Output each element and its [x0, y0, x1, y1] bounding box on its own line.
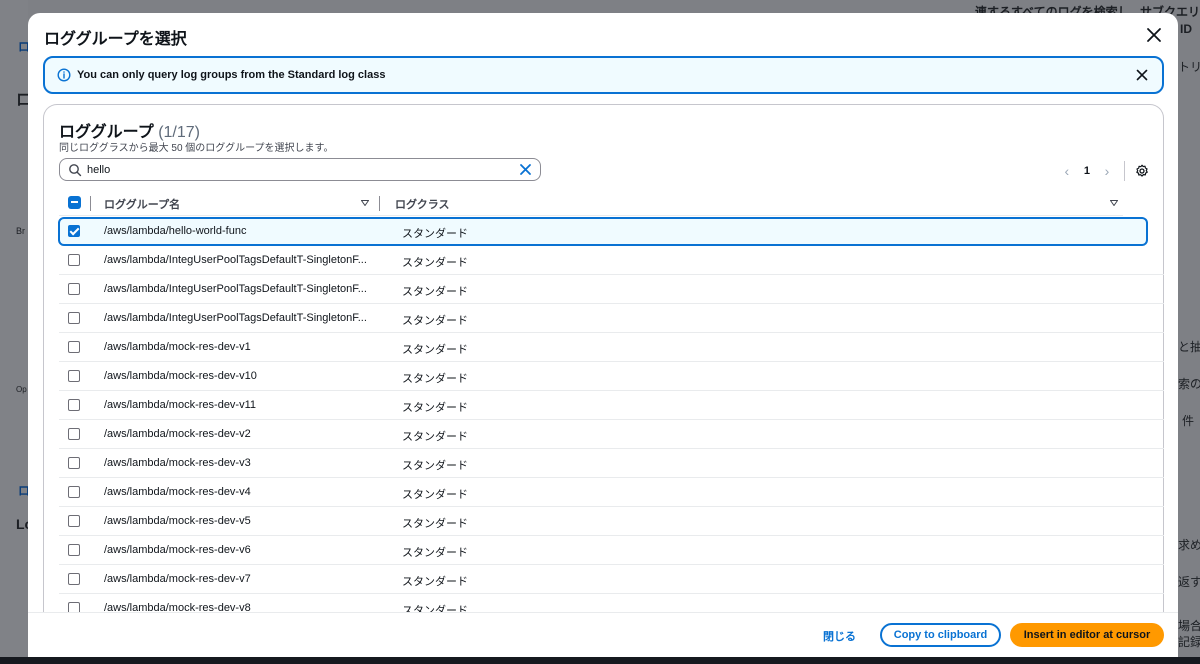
background-fragment: 場合: [1178, 619, 1200, 633]
pager-divider: [1124, 161, 1125, 181]
column-divider: [379, 196, 380, 211]
table-body: /aws/lambda/hello-world-func スタンダード/aws/l…: [58, 217, 1164, 623]
log-group-name: /aws/lambda/mock-res-dev-v1: [104, 341, 251, 353]
modal-header: ロググループを選択: [28, 13, 1178, 57]
log-class: スタンダード: [402, 576, 468, 588]
background-fragment: 索の: [1178, 377, 1200, 391]
log-class: スタンダード: [402, 286, 468, 298]
background-fragment: 記録: [1178, 635, 1200, 649]
log-class: スタンダード: [402, 547, 468, 559]
log-class: スタンダード: [402, 489, 468, 501]
search-input[interactable]: [87, 160, 507, 179]
row-checkbox[interactable]: [68, 254, 80, 266]
row-checkbox[interactable]: [68, 399, 80, 411]
table-row[interactable]: /aws/lambda/mock-res-dev-v5 スタンダード: [59, 507, 1164, 536]
row-checkbox[interactable]: [68, 573, 80, 585]
table-row[interactable]: /aws/lambda/IntegUserPoolTagsDefaultT-Si…: [59, 246, 1164, 275]
clear-search-icon[interactable]: [519, 163, 532, 176]
insert-in-editor-button[interactable]: Insert in editor at cursor: [1010, 623, 1164, 647]
row-checkbox[interactable]: [68, 544, 80, 556]
gear-icon[interactable]: [1135, 164, 1149, 178]
background-fragment: Op: [16, 385, 27, 394]
sort-icon[interactable]: [1110, 200, 1118, 206]
background-fragment: トリ: [1178, 60, 1200, 74]
log-class: スタンダード: [402, 344, 468, 356]
table-row[interactable]: /aws/lambda/mock-res-dev-v1 スタンダード: [59, 333, 1164, 362]
row-checkbox[interactable]: [68, 515, 80, 527]
column-header-log-group-name[interactable]: ロググループ名: [104, 196, 180, 212]
modal-title: ロググループを選択: [44, 31, 187, 48]
log-class: スタンダード: [402, 315, 468, 327]
row-checkbox[interactable]: [68, 225, 80, 237]
table-header: ロググループ名 ログクラス: [59, 190, 1123, 216]
background-fragment: 返す: [1178, 575, 1200, 589]
log-group-name: /aws/lambda/mock-res-dev-v7: [104, 573, 251, 585]
log-class: スタンダード: [402, 431, 468, 443]
search-box: [59, 158, 541, 181]
bottom-bar: [0, 657, 1200, 664]
table-row[interactable]: /aws/lambda/mock-res-dev-v6 スタンダード: [59, 536, 1164, 565]
log-class: スタンダード: [402, 402, 468, 414]
log-groups-panel: ロググループ (1/17) 同じロググラスから最大 50 個のロググループを選択…: [43, 104, 1164, 657]
current-page[interactable]: 1: [1084, 165, 1090, 177]
log-class: スタンダード: [402, 518, 468, 530]
background-fragment: 件: [1182, 414, 1195, 428]
background-fragment: 求め: [1178, 538, 1200, 552]
info-icon: [57, 68, 71, 82]
copy-to-clipboard-button[interactable]: Copy to clipboard: [880, 623, 1001, 647]
background-fragment: と抽: [1178, 340, 1200, 354]
log-class: スタンダード: [402, 228, 468, 240]
row-checkbox[interactable]: [68, 283, 80, 295]
next-page-icon[interactable]: ›: [1100, 164, 1114, 178]
table-row[interactable]: /aws/lambda/hello-world-func スタンダード: [58, 217, 1148, 246]
row-checkbox[interactable]: [68, 312, 80, 324]
table-row[interactable]: /aws/lambda/IntegUserPoolTagsDefaultT-Si…: [59, 275, 1164, 304]
log-group-name: /aws/lambda/mock-res-dev-v3: [104, 457, 251, 469]
table-row[interactable]: /aws/lambda/mock-res-dev-v3 スタンダード: [59, 449, 1164, 478]
log-group-name: /aws/lambda/IntegUserPoolTagsDefaultT-Si…: [104, 283, 367, 295]
column-divider: [90, 196, 91, 211]
table-row[interactable]: /aws/lambda/mock-res-dev-v2 スタンダード: [59, 420, 1164, 449]
close-button[interactable]: 閉じる: [823, 628, 856, 644]
log-group-name: /aws/lambda/mock-res-dev-v10: [104, 370, 257, 382]
log-group-name: /aws/lambda/hello-world-func: [104, 225, 247, 237]
row-checkbox[interactable]: [68, 341, 80, 353]
log-group-name: /aws/lambda/mock-res-dev-v5: [104, 515, 251, 527]
log-group-name: /aws/lambda/mock-res-dev-v4: [104, 486, 251, 498]
background-fragment: ID: [1180, 22, 1192, 36]
table-row[interactable]: /aws/lambda/mock-res-dev-v4 スタンダード: [59, 478, 1164, 507]
dismiss-alert-icon[interactable]: [1134, 67, 1150, 83]
previous-page-icon[interactable]: ‹: [1060, 164, 1074, 178]
table-row[interactable]: /aws/lambda/mock-res-dev-v7 スタンダード: [59, 565, 1164, 594]
log-group-name: /aws/lambda/mock-res-dev-v11: [104, 399, 257, 411]
row-checkbox[interactable]: [68, 457, 80, 469]
column-header-log-class[interactable]: ログクラス: [395, 196, 450, 212]
sort-icon[interactable]: [361, 200, 369, 206]
search-icon: [69, 164, 82, 177]
select-log-groups-modal: ロググループを選択 You can only query log groups …: [28, 13, 1178, 657]
row-checkbox[interactable]: [68, 486, 80, 498]
table-row[interactable]: /aws/lambda/IntegUserPoolTagsDefaultT-Si…: [59, 304, 1164, 333]
alert-text: You can only query log groups from the S…: [77, 69, 386, 81]
log-class: スタンダード: [402, 257, 468, 269]
modal-footer: 閉じる Copy to clipboard Insert in editor a…: [28, 612, 1178, 657]
log-class: スタンダード: [402, 373, 468, 385]
log-class: スタンダード: [402, 460, 468, 472]
row-checkbox[interactable]: [68, 370, 80, 382]
log-group-name: /aws/lambda/mock-res-dev-v6: [104, 544, 251, 556]
log-group-name: /aws/lambda/mock-res-dev-v2: [104, 428, 251, 440]
table-row[interactable]: /aws/lambda/mock-res-dev-v10 スタンダード: [59, 362, 1164, 391]
panel-description: 同じロググラスから最大 50 個のロググループを選択します。: [59, 143, 334, 154]
select-all-checkbox[interactable]: [68, 196, 81, 209]
table-row[interactable]: /aws/lambda/mock-res-dev-v11 スタンダード: [59, 391, 1164, 420]
pagination: ‹ 1 ›: [1060, 161, 1149, 181]
info-alert: You can only query log groups from the S…: [43, 56, 1164, 94]
log-group-name: /aws/lambda/IntegUserPoolTagsDefaultT-Si…: [104, 254, 367, 266]
row-checkbox[interactable]: [68, 428, 80, 440]
close-icon[interactable]: [1144, 25, 1164, 45]
log-group-name: /aws/lambda/IntegUserPoolTagsDefaultT-Si…: [104, 312, 367, 324]
background-fragment: Br: [16, 226, 25, 236]
